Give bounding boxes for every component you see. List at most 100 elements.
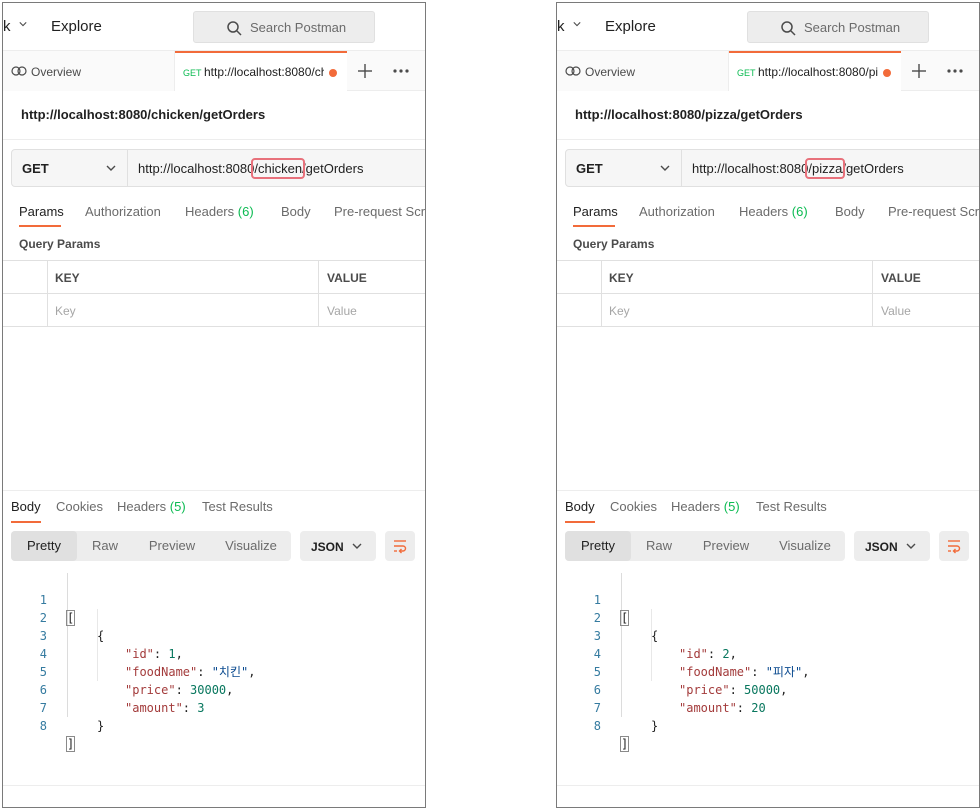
tab-headers[interactable]: Headers (6): [185, 204, 254, 219]
format-pretty-button[interactable]: Pretty: [11, 531, 77, 561]
response-divider[interactable]: [557, 490, 979, 491]
search-bar[interactable]: Search Postman: [747, 11, 929, 43]
format-preview-button[interactable]: Preview: [137, 531, 207, 561]
json-key: "foodName": [679, 665, 752, 679]
language-select[interactable]: JSON: [300, 531, 376, 561]
chevron-down-icon: [906, 543, 916, 549]
language-select-value: JSON: [865, 540, 898, 554]
request-tab-bar: Overview GET http://localhost:8080/chick…: [3, 51, 425, 92]
json-comma: ,: [248, 665, 256, 679]
url-input[interactable]: http://localhost:8080/pizza/getOrders: [692, 158, 904, 179]
wrap-lines-button[interactable]: [939, 531, 969, 561]
code-line: 3 "id": 1,: [3, 609, 183, 661]
url-path: /getOrders: [302, 161, 364, 176]
explore-link[interactable]: Explore: [51, 18, 102, 35]
code-line: 6 "amount": 3: [3, 663, 205, 715]
response-tab-headers[interactable]: Headers (5): [117, 499, 186, 514]
key-input[interactable]: Key: [609, 304, 630, 318]
method-select[interactable]: GET: [12, 150, 128, 186]
response-tab-test-results[interactable]: Test Results: [202, 499, 273, 514]
top-header: k Explore Search Postman: [3, 3, 425, 51]
json-value-id: 1: [168, 647, 176, 661]
json-key: "id": [679, 647, 708, 661]
new-tab-plus-icon[interactable]: [909, 61, 929, 81]
method-value: GET: [576, 161, 603, 176]
tab-params[interactable]: Params: [573, 204, 618, 219]
chevron-down-icon[interactable]: [573, 20, 581, 28]
json-colon: :: [175, 683, 191, 697]
tab-overview[interactable]: Overview: [3, 51, 175, 91]
tab-authorization[interactable]: Authorization: [85, 204, 161, 219]
response-tab-body[interactable]: Body: [565, 499, 595, 514]
tab-params[interactable]: Params: [19, 204, 64, 219]
column-header-value: VALUE: [327, 271, 367, 285]
format-pretty-button[interactable]: Pretty: [565, 531, 631, 561]
json-value-amount: 3: [197, 701, 205, 715]
request-tab-bar: Overview GET http://localhost:8080/pizza…: [557, 51, 979, 92]
request-title[interactable]: http://localhost:8080/pizza/getOrders: [575, 107, 803, 122]
workspace-name-fragment[interactable]: k: [3, 18, 11, 35]
response-tab-cookies[interactable]: Cookies: [56, 499, 103, 514]
tab-body[interactable]: Body: [281, 204, 311, 219]
code-line: 7 }: [557, 681, 658, 733]
json-colon: :: [153, 647, 169, 661]
more-options-icon[interactable]: [945, 61, 965, 81]
tab-active-request[interactable]: GET http://localhost:8080/chicken/getOrd…: [175, 51, 347, 92]
tab-prerequest-script[interactable]: Pre-request Script: [334, 204, 425, 219]
unsaved-dot-icon: [883, 69, 891, 77]
chevron-down-icon[interactable]: [19, 20, 27, 28]
code-line: 7 }: [3, 681, 104, 733]
url-input[interactable]: http://localhost:8080/chicken/getOrders: [138, 158, 364, 179]
method-select[interactable]: GET: [566, 150, 682, 186]
response-tab-test-results[interactable]: Test Results: [756, 499, 827, 514]
url-host: http://localhost:8080: [692, 161, 809, 176]
tab-active-request[interactable]: GET http://localhost:8080/pizza/getOrder…: [729, 51, 901, 92]
tab-overview[interactable]: Overview: [557, 51, 729, 91]
response-headers-count-badge: (5): [169, 499, 186, 514]
format-visualize-button[interactable]: Visualize: [769, 531, 841, 561]
code-text: "price": 30000,: [125, 681, 233, 699]
format-raw-button[interactable]: Raw: [631, 531, 687, 561]
response-tab-cookies[interactable]: Cookies: [610, 499, 657, 514]
method-value: GET: [22, 161, 49, 176]
tab-headers[interactable]: Headers (6): [739, 204, 808, 219]
response-tab-headers-label: Headers: [117, 499, 167, 514]
request-title[interactable]: http://localhost:8080/chicken/getOrders: [21, 107, 265, 122]
json-key: "id": [125, 647, 154, 661]
code-text: }: [651, 717, 658, 735]
status-bar-divider: [557, 785, 979, 786]
code-line: 5 "price": 30000,: [3, 645, 234, 697]
tab-authorization[interactable]: Authorization: [639, 204, 715, 219]
value-input[interactable]: Value: [327, 304, 357, 318]
json-value-foodname: "피자": [765, 665, 803, 679]
top-header: k Explore Search Postman: [557, 3, 979, 51]
explore-link[interactable]: Explore: [605, 18, 656, 35]
value-input[interactable]: Value: [881, 304, 911, 318]
column-divider: [318, 261, 319, 327]
wrap-lines-button[interactable]: [385, 531, 415, 561]
more-options-icon[interactable]: [391, 61, 411, 81]
format-raw-button[interactable]: Raw: [77, 531, 133, 561]
workspace-name-fragment[interactable]: k: [557, 18, 565, 35]
json-key: "amount": [125, 701, 183, 715]
postman-window-chicken: k Explore Search Postman Overview GET ht…: [2, 2, 426, 808]
code-line: 6 "amount": 20: [557, 663, 766, 715]
response-tab-body[interactable]: Body: [11, 499, 41, 514]
search-bar[interactable]: Search Postman: [193, 11, 375, 43]
table-header-row: KEY VALUE: [3, 261, 425, 294]
code-line: 5 "price": 50000,: [557, 645, 788, 697]
key-input[interactable]: Key: [55, 304, 76, 318]
wrap-lines-icon: [394, 540, 407, 554]
column-divider: [872, 261, 873, 327]
tab-overview-label: Overview: [585, 65, 636, 79]
url-bar: GET http://localhost:8080/chicken/getOrd…: [11, 149, 425, 187]
code-gutter-line: [621, 573, 622, 717]
new-tab-plus-icon[interactable]: [355, 61, 375, 81]
format-preview-button[interactable]: Preview: [691, 531, 761, 561]
language-select[interactable]: JSON: [854, 531, 930, 561]
tab-body[interactable]: Body: [835, 204, 865, 219]
response-tab-headers[interactable]: Headers (5): [671, 499, 740, 514]
tab-prerequest-script[interactable]: Pre-request Script: [888, 204, 979, 219]
response-divider[interactable]: [3, 490, 425, 491]
format-visualize-button[interactable]: Visualize: [215, 531, 287, 561]
